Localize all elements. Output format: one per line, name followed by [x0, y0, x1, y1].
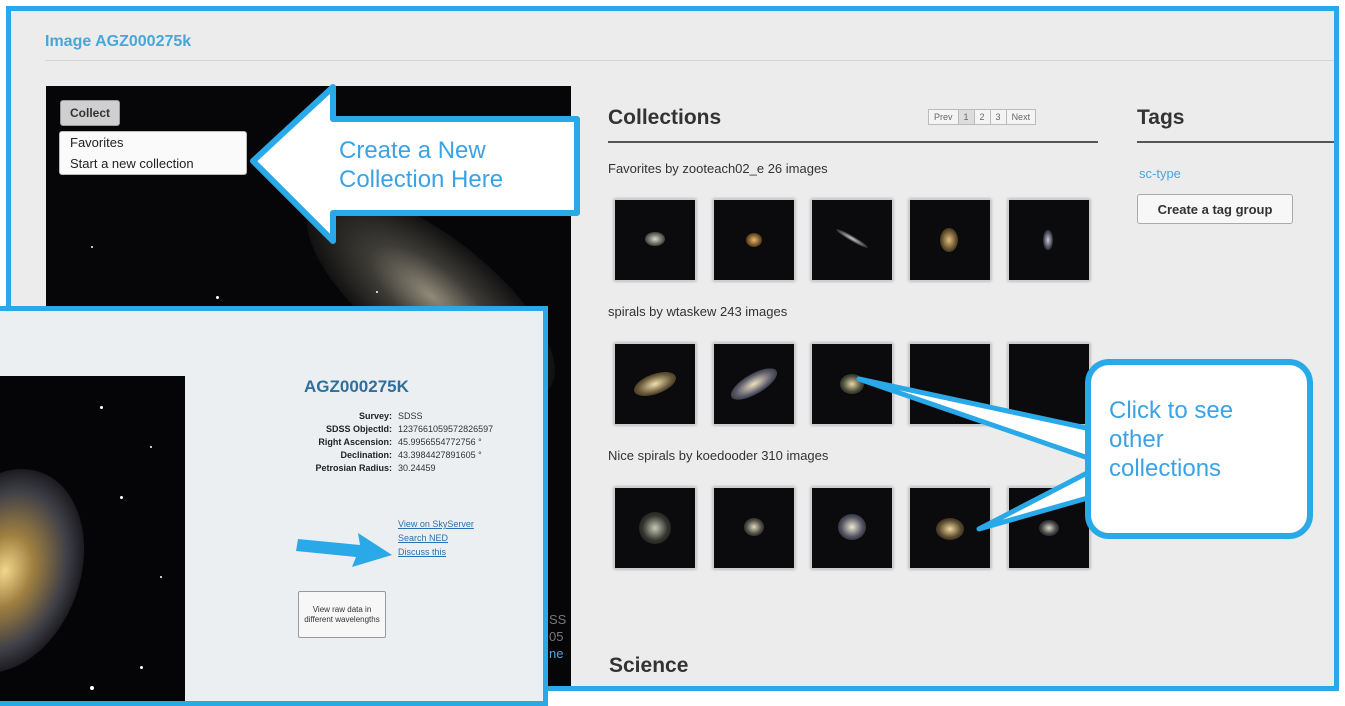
star [100, 406, 103, 409]
meta-value: 1237661059572826597 [398, 424, 494, 434]
collection-title[interactable]: spirals by wtaskew 243 images [608, 304, 787, 319]
detail-galaxy-image [0, 376, 185, 701]
callout-new-collection: Create a New Collection Here [339, 136, 503, 194]
collection-thumbnail[interactable] [614, 199, 696, 281]
caption-link[interactable]: ne [549, 645, 566, 662]
callout-line: collections [1109, 455, 1222, 482]
pager-page-3[interactable]: 3 [989, 109, 1007, 125]
callout-line: other [1109, 426, 1164, 453]
skyserver-link[interactable]: View on SkyServer [398, 519, 474, 529]
pager-page-1[interactable]: 1 [957, 109, 975, 125]
collections-heading: Collections [608, 106, 722, 129]
meta-row: Petrosian Radius: 30.24459 [250, 463, 540, 473]
callout-pointers [856, 376, 1094, 532]
meta-row: Declination: 43.3984427891605 ° [250, 450, 540, 460]
collection-thumbnail[interactable] [909, 199, 991, 281]
callout-line: Click to see [1109, 397, 1234, 424]
star [160, 576, 162, 578]
meta-key: Petrosian Radius: [315, 463, 392, 473]
menu-item-favorites[interactable]: Favorites [60, 132, 246, 153]
tag-link[interactable]: sc-type [1139, 166, 1181, 181]
collections-rule [608, 141, 1098, 143]
collection-thumbnail[interactable] [811, 199, 893, 281]
meta-row: SDSS ObjectId: 1237661059572826597 [250, 424, 540, 434]
meta-value: SDSS [398, 411, 423, 421]
pagination: Prev 1 2 3 Next [928, 109, 1037, 125]
menu-item-new-collection[interactable]: Start a new collection [60, 153, 246, 174]
arrow-icon [296, 533, 392, 567]
collection-thumbnail[interactable] [713, 487, 795, 569]
callout-line: Collection Here [339, 166, 504, 193]
star [91, 246, 93, 248]
star [150, 446, 152, 448]
tags-heading: Tags [1137, 106, 1185, 129]
object-detail-panel: AGZ000275K Survey: SDSS SDSS ObjectId: 123… [0, 306, 548, 706]
page-title: Image AGZ000275k [45, 33, 192, 50]
meta-value: 30.24459 [398, 463, 436, 473]
collection-title[interactable]: Nice spirals by koedooder 310 images [608, 448, 828, 463]
meta-key: SDSS ObjectId: [325, 424, 392, 434]
caption-fragment: SS [549, 612, 567, 627]
tags-rule [1137, 141, 1334, 143]
collect-button[interactable]: Collect [60, 100, 120, 126]
star [90, 686, 94, 690]
collection-thumbnail[interactable] [614, 343, 696, 425]
image-caption: SS 05 ne [549, 611, 566, 662]
view-raw-data-button[interactable]: View raw data in different wavelengths [298, 591, 386, 638]
galaxy-blob [0, 446, 112, 696]
star [120, 496, 123, 499]
meta-value: 45.9956554772756 ° [398, 437, 482, 447]
create-tag-group-button[interactable]: Create a tag group [1137, 194, 1293, 224]
pager-prev[interactable]: Prev [928, 109, 959, 125]
collection-thumbnail[interactable] [713, 199, 795, 281]
collect-dropdown: Favorites Start a new collection [59, 131, 247, 175]
search-ned-link[interactable]: Search NED [398, 533, 448, 543]
meta-key: Declination: [340, 450, 392, 460]
discuss-link[interactable]: Discuss this [398, 547, 446, 557]
meta-key: Right Ascension: [318, 437, 392, 447]
caption-fragment: 05 [549, 629, 564, 644]
pager-page-2[interactable]: 2 [973, 109, 991, 125]
callout-see-collections: Click to see other collections [1109, 396, 1233, 483]
meta-value: 43.3984427891605 ° [398, 450, 482, 460]
science-heading: Science [609, 654, 689, 677]
callout-line: Create a New [339, 137, 486, 164]
collection-title[interactable]: Favorites by zooteach02_e 26 images [608, 161, 828, 176]
star [140, 666, 143, 669]
pager-next[interactable]: Next [1005, 109, 1037, 125]
star [376, 291, 378, 293]
object-title: AGZ000275K [304, 377, 409, 396]
divider [45, 60, 1334, 61]
star [216, 296, 219, 299]
meta-row: Right Ascension: 45.9956554772756 ° [250, 437, 540, 447]
collection-thumbnail[interactable] [1008, 199, 1090, 281]
meta-row: Survey: SDSS [250, 411, 540, 421]
collection-thumbnail[interactable] [614, 487, 696, 569]
meta-key: Survey: [358, 411, 392, 421]
collection-thumbnail[interactable] [713, 343, 795, 425]
